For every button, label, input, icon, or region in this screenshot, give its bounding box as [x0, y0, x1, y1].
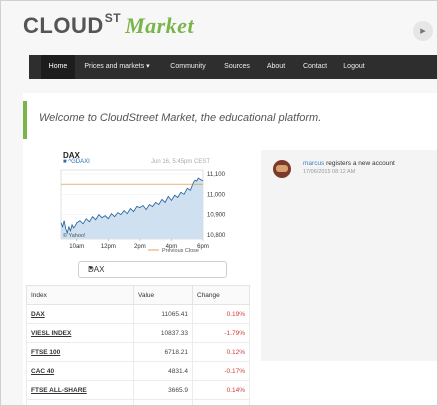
index-change: -1.79%	[192, 323, 250, 343]
index-value: 4831.4	[133, 361, 193, 381]
chevron-down-icon: ▼	[88, 266, 94, 272]
main-nav: Home Prices and markets ▾ Community Sources…	[29, 55, 437, 79]
activity-feed: marcus registers a new account 17/06/2015…	[261, 150, 437, 361]
x-tick-label: 10am	[69, 244, 84, 250]
welcome-text: Welcome to CloudStreet Market, the educa…	[39, 112, 322, 124]
index-name-link[interactable]: FTSE ALL-SHARE	[26, 380, 134, 400]
header: CLOUDST Market ▸	[1, 1, 437, 45]
chart-timestamp: Jun 16, 5:45pm CEST	[151, 159, 211, 165]
logo[interactable]: CLOUDST Market	[23, 11, 195, 39]
index-value: 6718.21	[133, 342, 193, 362]
feed-timestamp: 17/06/2015 08:12 AM	[303, 169, 356, 175]
twitter-icon[interactable]: ▸	[413, 21, 433, 41]
index-select[interactable]: DAX ▼	[78, 261, 227, 278]
x-tick-label: 12pm	[101, 244, 116, 250]
feed-user-link[interactable]: marcus	[303, 160, 324, 167]
index-value: 10837.33	[133, 323, 193, 343]
index-change: 1.71%	[192, 399, 250, 405]
nav-item[interactable]: Logout	[339, 55, 369, 79]
nav-item[interactable]: Community	[163, 55, 213, 79]
app-window: CLOUDST Market ▸ Home Prices and markets ▾…	[0, 0, 438, 406]
y-tick-label: 11,100	[207, 172, 226, 178]
logo-script: Market	[125, 13, 195, 38]
col-change: Change	[192, 285, 250, 305]
feed-action: registers a new account	[326, 160, 395, 167]
welcome-banner: Welcome to CloudStreet Market, the educa…	[23, 101, 437, 139]
logo-super: ST	[104, 11, 122, 25]
index-value: 477.36	[133, 399, 193, 405]
feed-item-text: marcus registers a new account	[303, 160, 395, 167]
table-row: FTSE 100 6718.21 0.12%	[26, 342, 250, 362]
col-index: Index	[26, 285, 134, 305]
index-name-link[interactable]: CAC 40 X 12 SH GR	[26, 399, 134, 405]
y-tick-label: 10,900	[207, 213, 226, 219]
table-row: VIESL INDEX 10837.33 -1.79%	[26, 323, 250, 343]
table-row: DAX 11065.41 0.19%	[26, 304, 250, 324]
index-change: -0.17%	[192, 361, 250, 381]
index-name-link[interactable]: CAC 40	[26, 361, 134, 381]
nav-item[interactable]: Home	[41, 55, 75, 79]
index-change: 0.19%	[192, 304, 250, 324]
index-name-link[interactable]: FTSE 100	[26, 342, 134, 362]
indices-table: Index Value Change DAX 11065.41 0.19% VIESL…	[26, 285, 250, 405]
nav-item[interactable]: Sources	[219, 55, 255, 79]
nav-item[interactable]: Contact	[297, 55, 333, 79]
avatar[interactable]	[273, 160, 291, 178]
y-tick-label: 11,000	[207, 192, 226, 198]
legend-previous-close: Previous Close	[162, 248, 199, 254]
nav-item[interactable]: Prices and markets ▾	[77, 55, 157, 79]
nav-item[interactable]: About	[260, 55, 292, 79]
table-header-row: Index Value Change	[26, 285, 250, 305]
index-change: 0.12%	[192, 342, 250, 362]
index-value: 3665.9	[133, 380, 193, 400]
table-row: CAC 40 4831.4 -0.17%	[26, 361, 250, 381]
index-name-link[interactable]: VIESL INDEX	[26, 323, 134, 343]
index-change: 0.14%	[192, 380, 250, 400]
y-tick-label: 10,800	[207, 233, 226, 239]
table-row: FTSE ALL-SHARE 3665.9 0.14%	[26, 380, 250, 400]
chart-symbol: ■ ^GDAXI	[63, 159, 90, 165]
col-value: Value	[133, 285, 193, 305]
x-tick-label: 2pm	[134, 244, 146, 250]
table-row: CAC 40 X 12 SH GR477.361.71%	[26, 399, 250, 405]
main-content: Welcome to CloudStreet Market, the educa…	[23, 93, 437, 405]
chart-watermark: © Yahoo!	[63, 232, 86, 239]
index-value: 11065.41	[133, 304, 193, 324]
logo-main: CLOUD	[23, 13, 104, 38]
chart-symbol-text: ^GDAXI	[68, 159, 90, 165]
index-name-link[interactable]: DAX	[26, 304, 134, 324]
